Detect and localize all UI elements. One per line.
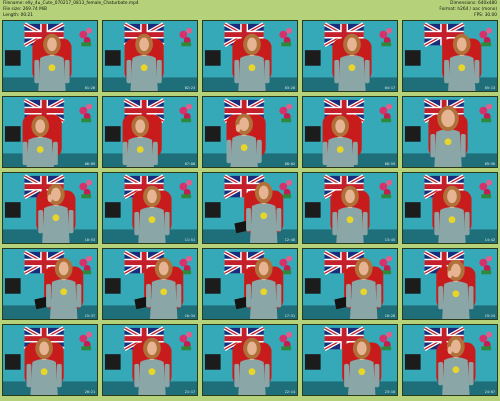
thumbnail-frame: 21:17 [102, 324, 198, 396]
thumbnail-timestamp: 19:24 [484, 314, 495, 318]
thumbnail-grid: 01:28 02:23 03:20 04:17 05:13 06:09 07:08 08:02… [2, 20, 498, 399]
thumbnail-image [303, 97, 397, 167]
thumbnail-image [303, 249, 397, 319]
thumbnail-timestamp: 06:09 [84, 162, 95, 166]
thumbnail-image [203, 249, 297, 319]
thumbnail-frame: 01:28 [2, 20, 98, 92]
thumbnail-frame: 06:09 [2, 96, 98, 168]
thumbnail-frame: 16:34 [102, 248, 198, 320]
thumbnail-image [403, 249, 497, 319]
thumbnail-timestamp: 15:37 [84, 314, 95, 318]
thumbnail-timestamp: 18:28 [384, 314, 395, 318]
thumbnail-timestamp: 20:21 [84, 390, 95, 394]
thumbnail-timestamp: 24:07 [484, 390, 495, 394]
thumbnail-image [203, 97, 297, 167]
thumbnail-timestamp: 04:17 [384, 86, 395, 90]
sheet-header: Filename: elly_4u_Cute_070217_0813_femal… [0, 0, 500, 19]
thumbnail-image [403, 21, 497, 91]
thumbnail-frame: 17:31 [202, 248, 298, 320]
thumbnail-image [103, 21, 197, 91]
thumbnail-timestamp: 13:45 [384, 238, 395, 242]
thumbnail-frame: 12:48 [202, 172, 298, 244]
thumbnail-frame: 11:51 [102, 172, 198, 244]
thumbnail-timestamp: 07:08 [184, 162, 195, 166]
thumbnail-image [103, 173, 197, 243]
thumbnail-timestamp: 22:14 [284, 390, 295, 394]
thumbnail-image [403, 325, 497, 395]
thumbnail-timestamp: 01:28 [84, 86, 95, 90]
thumbnail-image [403, 97, 497, 167]
thumbnail-frame: 09:56 [402, 96, 498, 168]
thumbnail-timestamp: 12:48 [284, 238, 295, 242]
thumbnail-timestamp: 02:23 [184, 86, 195, 90]
thumbnail-frame: 03:20 [202, 20, 298, 92]
thumbnail-frame: 08:02 [202, 96, 298, 168]
thumbnail-image [203, 325, 297, 395]
length-text: Length: 00:21 [3, 13, 34, 18]
thumbnail-frame: 15:37 [2, 248, 98, 320]
file-info: Filename: elly_4u_Cute_070217_0813_femal… [3, 1, 139, 19]
thumbnail-frame: 08:59 [302, 96, 398, 168]
thumbnail-frame: 24:07 [402, 324, 498, 396]
thumbnail-frame: 13:45 [302, 172, 398, 244]
thumbnail-timestamp: 08:02 [284, 162, 295, 166]
thumbnail-image [3, 97, 97, 167]
thumbnail-image [3, 21, 97, 91]
thumbnail-timestamp: 09:56 [484, 162, 495, 166]
thumbnail-timestamp: 21:17 [184, 390, 195, 394]
thumbnail-timestamp: 03:20 [284, 86, 295, 90]
thumbnail-timestamp: 10:53 [84, 238, 95, 242]
thumbnail-frame: 14:42 [402, 172, 498, 244]
thumbnail-frame: 02:23 [102, 20, 198, 92]
thumbnail-frame: 23:10 [302, 324, 398, 396]
thumbnail-image [203, 21, 297, 91]
thumbnail-image [303, 325, 397, 395]
thumbnail-frame: 05:13 [402, 20, 498, 92]
thumbnail-frame: 10:53 [2, 172, 98, 244]
thumbnail-image [303, 21, 397, 91]
thumbnail-image [3, 173, 97, 243]
thumbnail-frame: 07:08 [102, 96, 198, 168]
thumbnail-image [203, 173, 297, 243]
thumbnail-frame: 22:14 [202, 324, 298, 396]
thumbnail-image [403, 173, 497, 243]
thumbnail-timestamp: 08:59 [384, 162, 395, 166]
thumbnail-timestamp: 17:31 [284, 314, 295, 318]
thumbnail-image [103, 249, 197, 319]
thumbnail-timestamp: 05:13 [484, 86, 495, 90]
thumbnail-image [303, 173, 397, 243]
thumbnail-timestamp: 11:51 [184, 238, 195, 242]
thumbnail-image [3, 249, 97, 319]
thumbnail-frame: 04:17 [302, 20, 398, 92]
thumbnail-timestamp: 23:10 [384, 390, 395, 394]
thumbnail-image [103, 97, 197, 167]
fps-text: FPS: 30.00 [474, 13, 497, 18]
thumbnail-timestamp: 14:42 [484, 238, 495, 242]
thumbnail-image [3, 325, 97, 395]
video-info: Dimensions: 640x480 Format: h264 / aac (… [439, 1, 497, 19]
thumbnail-frame: 20:21 [2, 324, 98, 396]
thumbnail-frame: 19:24 [402, 248, 498, 320]
thumbnail-frame: 18:28 [302, 248, 398, 320]
thumbnail-timestamp: 16:34 [184, 314, 195, 318]
thumbnail-image [103, 325, 197, 395]
